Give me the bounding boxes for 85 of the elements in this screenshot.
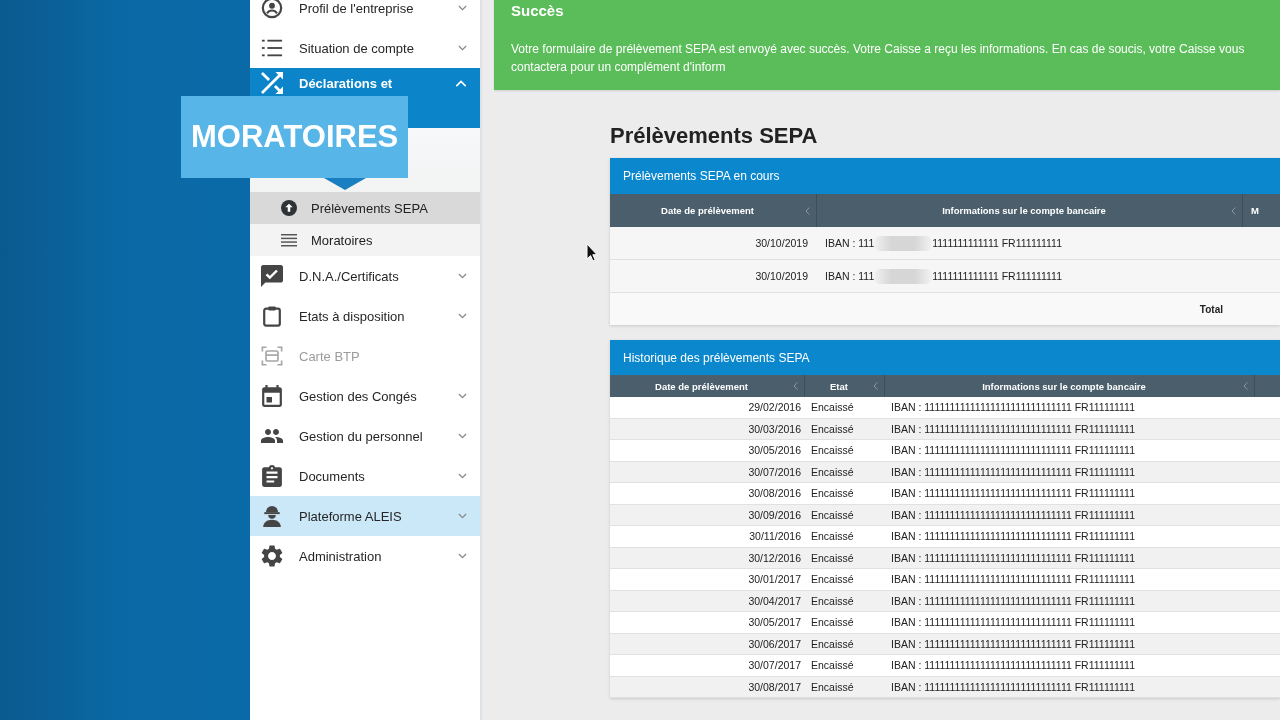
table-cell-text: IBAN : 11111111111111111111111111111 FR111111111 [890,680,1137,693]
alert-title: Succès [511,2,565,20]
clipboard-icon [261,305,283,327]
table-cell-text: 30/11/2016 [748,530,802,543]
card-scan-icon [261,345,283,367]
table-cell-text: Encaissé [810,637,855,650]
sidebar-item[interactable]: Gestion du personnel [250,416,480,456]
table-cell-text: IBAN : 11111111111111111111111111111 FR111111111 [890,659,1137,672]
table-cell-text: IBAN : 11111111111111111111111111111 FR111111111 [890,444,1137,457]
settings-icon [261,545,283,567]
table-cell-text: 30/01/2017 [747,573,802,586]
page-title: Prélèvements SEPA [610,122,819,150]
table-cell-text: 30/05/2016 [747,444,802,457]
table-cell-text: Encaissé [810,551,855,564]
table-cell-text: 30/10/2019 [754,237,809,249]
alert-message: Votre formulaire de prélèvement SEPA est envoyé avec succès. Votre Caisse a reçu les informations. En cas de soucis, votre Caisse vous contactera pour un complément d'inform [511,41,1246,76]
table-cell-text: Encaissé [810,487,855,500]
chevron-left-icon [1231,206,1236,215]
lines-icon [281,232,297,248]
table-cell-text: 30/05/2017 [747,616,802,629]
table-cell-text: Encaissé [810,573,855,586]
table-cell-text: 30/06/2017 [747,637,802,650]
table-cell-text: IBAN : 11111111111111111111111111111 FR111111111 [890,422,1137,435]
column-header[interactable]: M [1243,194,1280,227]
worker-icon [261,505,283,527]
sidebar-item[interactable]: D.N.A./Certificats [250,256,480,296]
table-cell-text: IBAN : 11111111111111111111111111111 FR111111111 [890,487,1137,500]
table-cell-text: Encaissé [810,508,855,521]
table-cell-text: 30/04/2017 [747,594,802,607]
upload-icon [281,200,297,216]
table-cell-text: Encaissé [810,680,855,693]
table-cell-text: 30/09/2016 [747,508,802,521]
sidebar-item[interactable]: Administration [250,536,480,576]
table-cell-text: 30/03/2016 [747,422,802,435]
table-cell-text: IBAN : 11111111111111111111111111111 FR111111111 [890,551,1137,564]
check-bubble-icon [261,265,283,287]
table-cell-text: Encaissé [810,401,855,414]
table-cell-text: Encaissé [810,659,855,672]
sidebar-item[interactable]: Déclarations et [250,68,480,98]
table-cell-text: Encaissé [810,530,855,543]
iban-text: 1111111111111 FR111111111 [932,270,1063,282]
table-cell-text: Encaissé [810,616,855,629]
shuffle-icon [261,72,283,94]
sidebar-item[interactable]: Etats à disposition [250,296,480,336]
table-cell-text: IBAN : 11111111111111111111111111111 FR111111111 [890,637,1137,650]
table-cell-text: IBAN : 11111111111111111111111111111 FR111111111 [890,616,1137,629]
sidebar-item[interactable]: Situation de compte [250,28,480,68]
calendar-icon [261,385,283,407]
chevron-left-icon [1243,382,1248,390]
mouse-pointer-icon [586,243,598,262]
table-cell-text: 30/08/2017 [747,680,802,693]
table-cell-text: 30/12/2016 [747,551,802,564]
table-cell-text: Encaissé [810,465,855,478]
table-cell-text: 30/07/2016 [747,465,802,478]
table-cell-text: 30/07/2017 [747,659,802,672]
table-cell-text: IBAN : 11111111111111111111111111111 FR111111111 [890,401,1137,414]
table-cell-text: IBAN : 11111111111111111111111111111 FR111111111 [890,594,1137,607]
table-cell-text: 30/08/2016 [747,487,802,500]
table-cell-text: Encaissé [810,422,855,435]
table-cell-text: Encaissé [810,594,855,607]
iban-text: IBAN : 111 [825,270,875,282]
table-cell-text: 30/10/2019 [754,270,809,282]
panel-title: Prélèvements SEPA en cours [610,158,1280,194]
iban-text: 1111111111111 FR111111111 [932,237,1063,249]
table-cell-text: IBAN : 11111111111111111111111111111 FR111111111 [890,465,1137,478]
table-cell-text: 29/02/2016 [747,401,802,414]
sidebar-item[interactable]: Gestion des Congés [250,376,480,416]
table-cell-text: Encaissé [810,444,855,457]
panel-title: Historique des prélèvements SEPA [610,340,1280,375]
blurred-redaction [874,268,933,284]
table-cell-text: Total [1198,303,1224,315]
list-icon [261,37,283,59]
iban-text: IBAN : 111 [825,237,875,249]
chevron-left-icon [873,382,878,390]
sidebar-item[interactable]: Documents [250,456,480,496]
sidebar-item[interactable]: Profil de l'entreprise [250,0,480,28]
clipboard-list-icon [261,465,283,487]
table-cell-text: IBAN : 11111111111111111111111111111 FR111111111 [890,573,1137,586]
table-cell-text: IBAN : 11111111111111111111111111111 FR111111111 [890,530,1137,543]
submenu-item[interactable]: Prélèvements SEPA [250,192,480,224]
chevron-left-icon [805,206,810,215]
table-cell-text: IBAN : 11111111111111111111111111111 FR111111111 [890,508,1137,521]
blurred-redaction [874,235,933,251]
sidebar-item[interactable]: Plateforme ALEIS [250,496,480,536]
chevron-left-icon [793,382,798,390]
